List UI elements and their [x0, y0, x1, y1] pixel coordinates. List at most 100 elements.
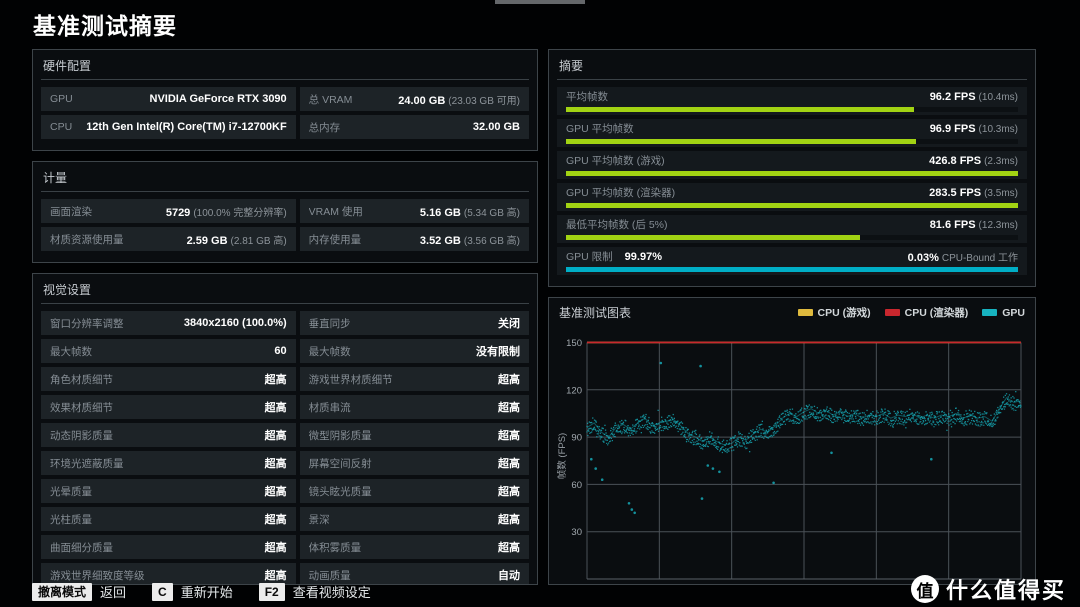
key-badge: C: [152, 582, 173, 601]
visual-setting-cell-value: 超高: [498, 486, 520, 498]
summary-fps-bar: [566, 203, 1018, 208]
visual-setting-cell-value: 60: [274, 345, 287, 357]
summary-fps-bar: [566, 107, 1018, 112]
visual-setting-cell-label: 光晕质量: [50, 485, 92, 498]
visual-setting-cell-value: 超高: [264, 458, 287, 470]
setting-row: 角色材质细节 超高 游戏世界材质细节 超高: [41, 367, 529, 391]
visual-setting-cell: 景深 超高: [299, 507, 529, 531]
hardware-cell-label: GPU: [50, 93, 73, 105]
hardware-cell: 总 VRAM 24.00 GB (23.03 GB 可用): [299, 87, 529, 111]
svg-text:150: 150: [566, 338, 582, 349]
visual-setting-cell: 微型阴影质量 超高: [299, 423, 529, 447]
visual-setting-cell: 垂直同步 关闭: [299, 311, 529, 335]
svg-text:10: 10: [654, 584, 665, 585]
visual-setting-cell: 窗口分辨率调整 3840x2160 (100.0%): [41, 311, 296, 335]
visual-setting-cell-value: 关闭: [498, 318, 520, 330]
chart-panel: 基准测试图表 CPU (游戏) CPU (渲染器) GPU 30 60 90 120 150…: [548, 297, 1036, 585]
gpu-bound-label: GPU 限制: [566, 251, 613, 263]
chart-legend: CPU (游戏) CPU (渲染器) GPU: [797, 305, 1025, 320]
visual-setting-cell-label: 材质串流: [308, 401, 351, 414]
visual-setting-cell-value: 超高: [498, 402, 520, 414]
visual-settings-rows: 窗口分辨率调整 3840x2160 (100.0%) 垂直同步 关闭 最大帧数 60 最大帧…: [41, 311, 529, 584]
visual-setting-cell-label: 最大帧数: [50, 345, 92, 358]
visual-setting-cell-label: 最大帧数: [308, 345, 351, 358]
visual-setting-cell: 材质串流 超高: [299, 395, 529, 419]
hardware-panel: 硬件配置 GPU NVIDIA GeForce RTX 3090 总 VRAM 24.…: [32, 49, 538, 151]
visual-setting-cell-value: 超高: [264, 486, 287, 498]
visual-setting-cell: 光柱质量 超高: [41, 507, 296, 531]
summary-fps-bar: [566, 139, 1018, 144]
footer-action-0[interactable]: 撤离模式 返回: [32, 582, 126, 601]
setting-row: 光晕质量 超高 镜头眩光质量 超高: [41, 479, 529, 503]
summary-fps-bar: [566, 171, 1018, 176]
setting-row: CPU 12th Gen Intel(R) Core(TM) i7-12700KF…: [41, 115, 529, 139]
hardware-cell: 总内存 32.00 GB: [299, 115, 529, 139]
visual-setting-cell: 最大帧数 没有限制: [299, 339, 529, 363]
metric-cell-label: 内存使用量: [308, 233, 362, 246]
metric-cell-value: 3.52 GB (3.56 GB 高): [419, 234, 520, 247]
left-column: 硬件配置 GPU NVIDIA GeForce RTX 3090 总 VRAM 24.…: [32, 49, 538, 585]
visual-setting-cell-label: 游戏世界细致度等级: [50, 569, 145, 582]
visual-setting-cell-label: 曲面细分质量: [50, 541, 113, 554]
chart-title: 基准测试图表: [559, 306, 632, 320]
key-badge: 撤离模式: [32, 582, 93, 601]
summary-row: GPU 平均帧数 (游戏) 426.8 FPS (2.3ms): [557, 151, 1027, 179]
visual-setting-cell-label: 效果材质细节: [50, 401, 113, 414]
setting-row: 环境光遮蔽质量 超高 屏幕空间反射 超高: [41, 451, 529, 475]
hardware-rows: GPU NVIDIA GeForce RTX 3090 总 VRAM 24.00 GB…: [41, 87, 529, 143]
svg-text:0: 0: [584, 584, 589, 585]
footer-action-1[interactable]: C 重新开始: [152, 582, 233, 601]
visual-setting-cell-label: 动态阴影质量: [50, 429, 113, 442]
summary-row-label: 最低平均帧数 (后 5%): [566, 219, 668, 231]
visual-setting-cell-label: 窗口分辨率调整: [50, 317, 124, 330]
metrics-rows: 画面渲染 5729 (100.0% 完整分辨率) VRAM 使用 5.16 GB (5.3…: [41, 199, 529, 255]
metric-cell-label: 画面渲染: [50, 205, 92, 218]
summary-row-label: GPU 平均帧数 (游戏): [566, 155, 665, 167]
visual-setting-cell-label: 角色材质细节: [50, 373, 113, 386]
footer-action-2[interactable]: F2 查看视频设定: [258, 582, 371, 601]
svg-text:60: 60: [571, 480, 582, 491]
setting-row: 材质资源使用量 2.59 GB (2.81 GB 高) 内存使用量 3.52 GB (3.…: [41, 227, 529, 251]
visual-setting-cell: 曲面细分质量 超高: [41, 535, 296, 559]
hardware-cell-label: 总内存: [308, 121, 341, 134]
metric-cell-label: 材质资源使用量: [50, 233, 124, 246]
legend-swatch-icon: [797, 309, 813, 316]
smzdm-logo-icon: 值: [910, 575, 939, 603]
visual-setting-cell: 屏幕空间反射 超高: [299, 451, 529, 475]
visual-setting-cell-value: 超高: [498, 514, 520, 526]
visual-setting-cell-value: 超高: [498, 374, 520, 386]
hardware-cell-value: 32.00 GB: [472, 121, 520, 133]
setting-row: 光柱质量 超高 景深 超高: [41, 507, 529, 531]
summary-row-value: 283.5 FPS (3.5ms): [929, 186, 1018, 199]
visual-setting-cell-label: 环境光遮蔽质量: [50, 457, 124, 470]
svg-text:20: 20: [726, 584, 737, 585]
metric-cell: 材质资源使用量 2.59 GB (2.81 GB 高): [41, 227, 296, 251]
footer-action-label: 查看视频设定: [292, 585, 371, 600]
legend-item: CPU (游戏): [797, 305, 871, 320]
visual-setting-cell-value: 3840x2160 (100.0%): [183, 317, 287, 329]
visual-setting-cell: 最大帧数 60: [41, 339, 296, 363]
hardware-panel-title: 硬件配置: [41, 55, 529, 80]
setting-row: 曲面细分质量 超高 体积雾质量 超高: [41, 535, 529, 559]
key-badge: F2: [258, 582, 285, 601]
summary-panel: 摘要 平均帧数 96.2 FPS (10.4ms) GPU 平均帧数 96.9 FPS(…: [548, 49, 1036, 287]
legend-item: GPU: [982, 305, 1025, 320]
setting-row: 最大帧数 60 最大帧数 没有限制: [41, 339, 529, 363]
visual-settings-panel: 视觉设置 窗口分辨率调整 3840x2160 (100.0%) 垂直同步 关闭 最大帧数…: [32, 273, 538, 585]
main-columns: 硬件配置 GPU NVIDIA GeForce RTX 3090 总 VRAM 24.…: [0, 47, 1080, 585]
metric-cell-value: 2.59 GB (2.81 GB 高): [186, 234, 287, 247]
visual-setting-cell-value: 超高: [264, 402, 287, 414]
summary-rows: 平均帧数 96.2 FPS (10.4ms) GPU 平均帧数 96.9 FPS (10.…: [557, 87, 1027, 247]
visual-setting-cell-label: 镜头眩光质量: [308, 485, 372, 498]
legend-item: CPU (渲染器): [884, 305, 968, 320]
visual-setting-cell-label: 体积雾质量: [308, 541, 362, 554]
visual-setting-cell-value: 超高: [498, 542, 520, 554]
hardware-cell: CPU 12th Gen Intel(R) Core(TM) i7-12700KF: [41, 115, 296, 139]
cpu-bound-value: 0.03% CPU-Bound 工作: [907, 252, 1018, 264]
gpu-bound-value: 99.97%: [624, 250, 662, 263]
visual-setting-cell-label: 微型阴影质量: [308, 429, 372, 442]
visual-setting-cell-value: 超高: [498, 430, 520, 442]
footer-keybar: 撤离模式 返回 C 重新开始 F2 查看视频设定: [32, 582, 371, 601]
visual-setting-cell: 体积雾质量 超高: [299, 535, 529, 559]
svg-text:30: 30: [799, 584, 810, 585]
